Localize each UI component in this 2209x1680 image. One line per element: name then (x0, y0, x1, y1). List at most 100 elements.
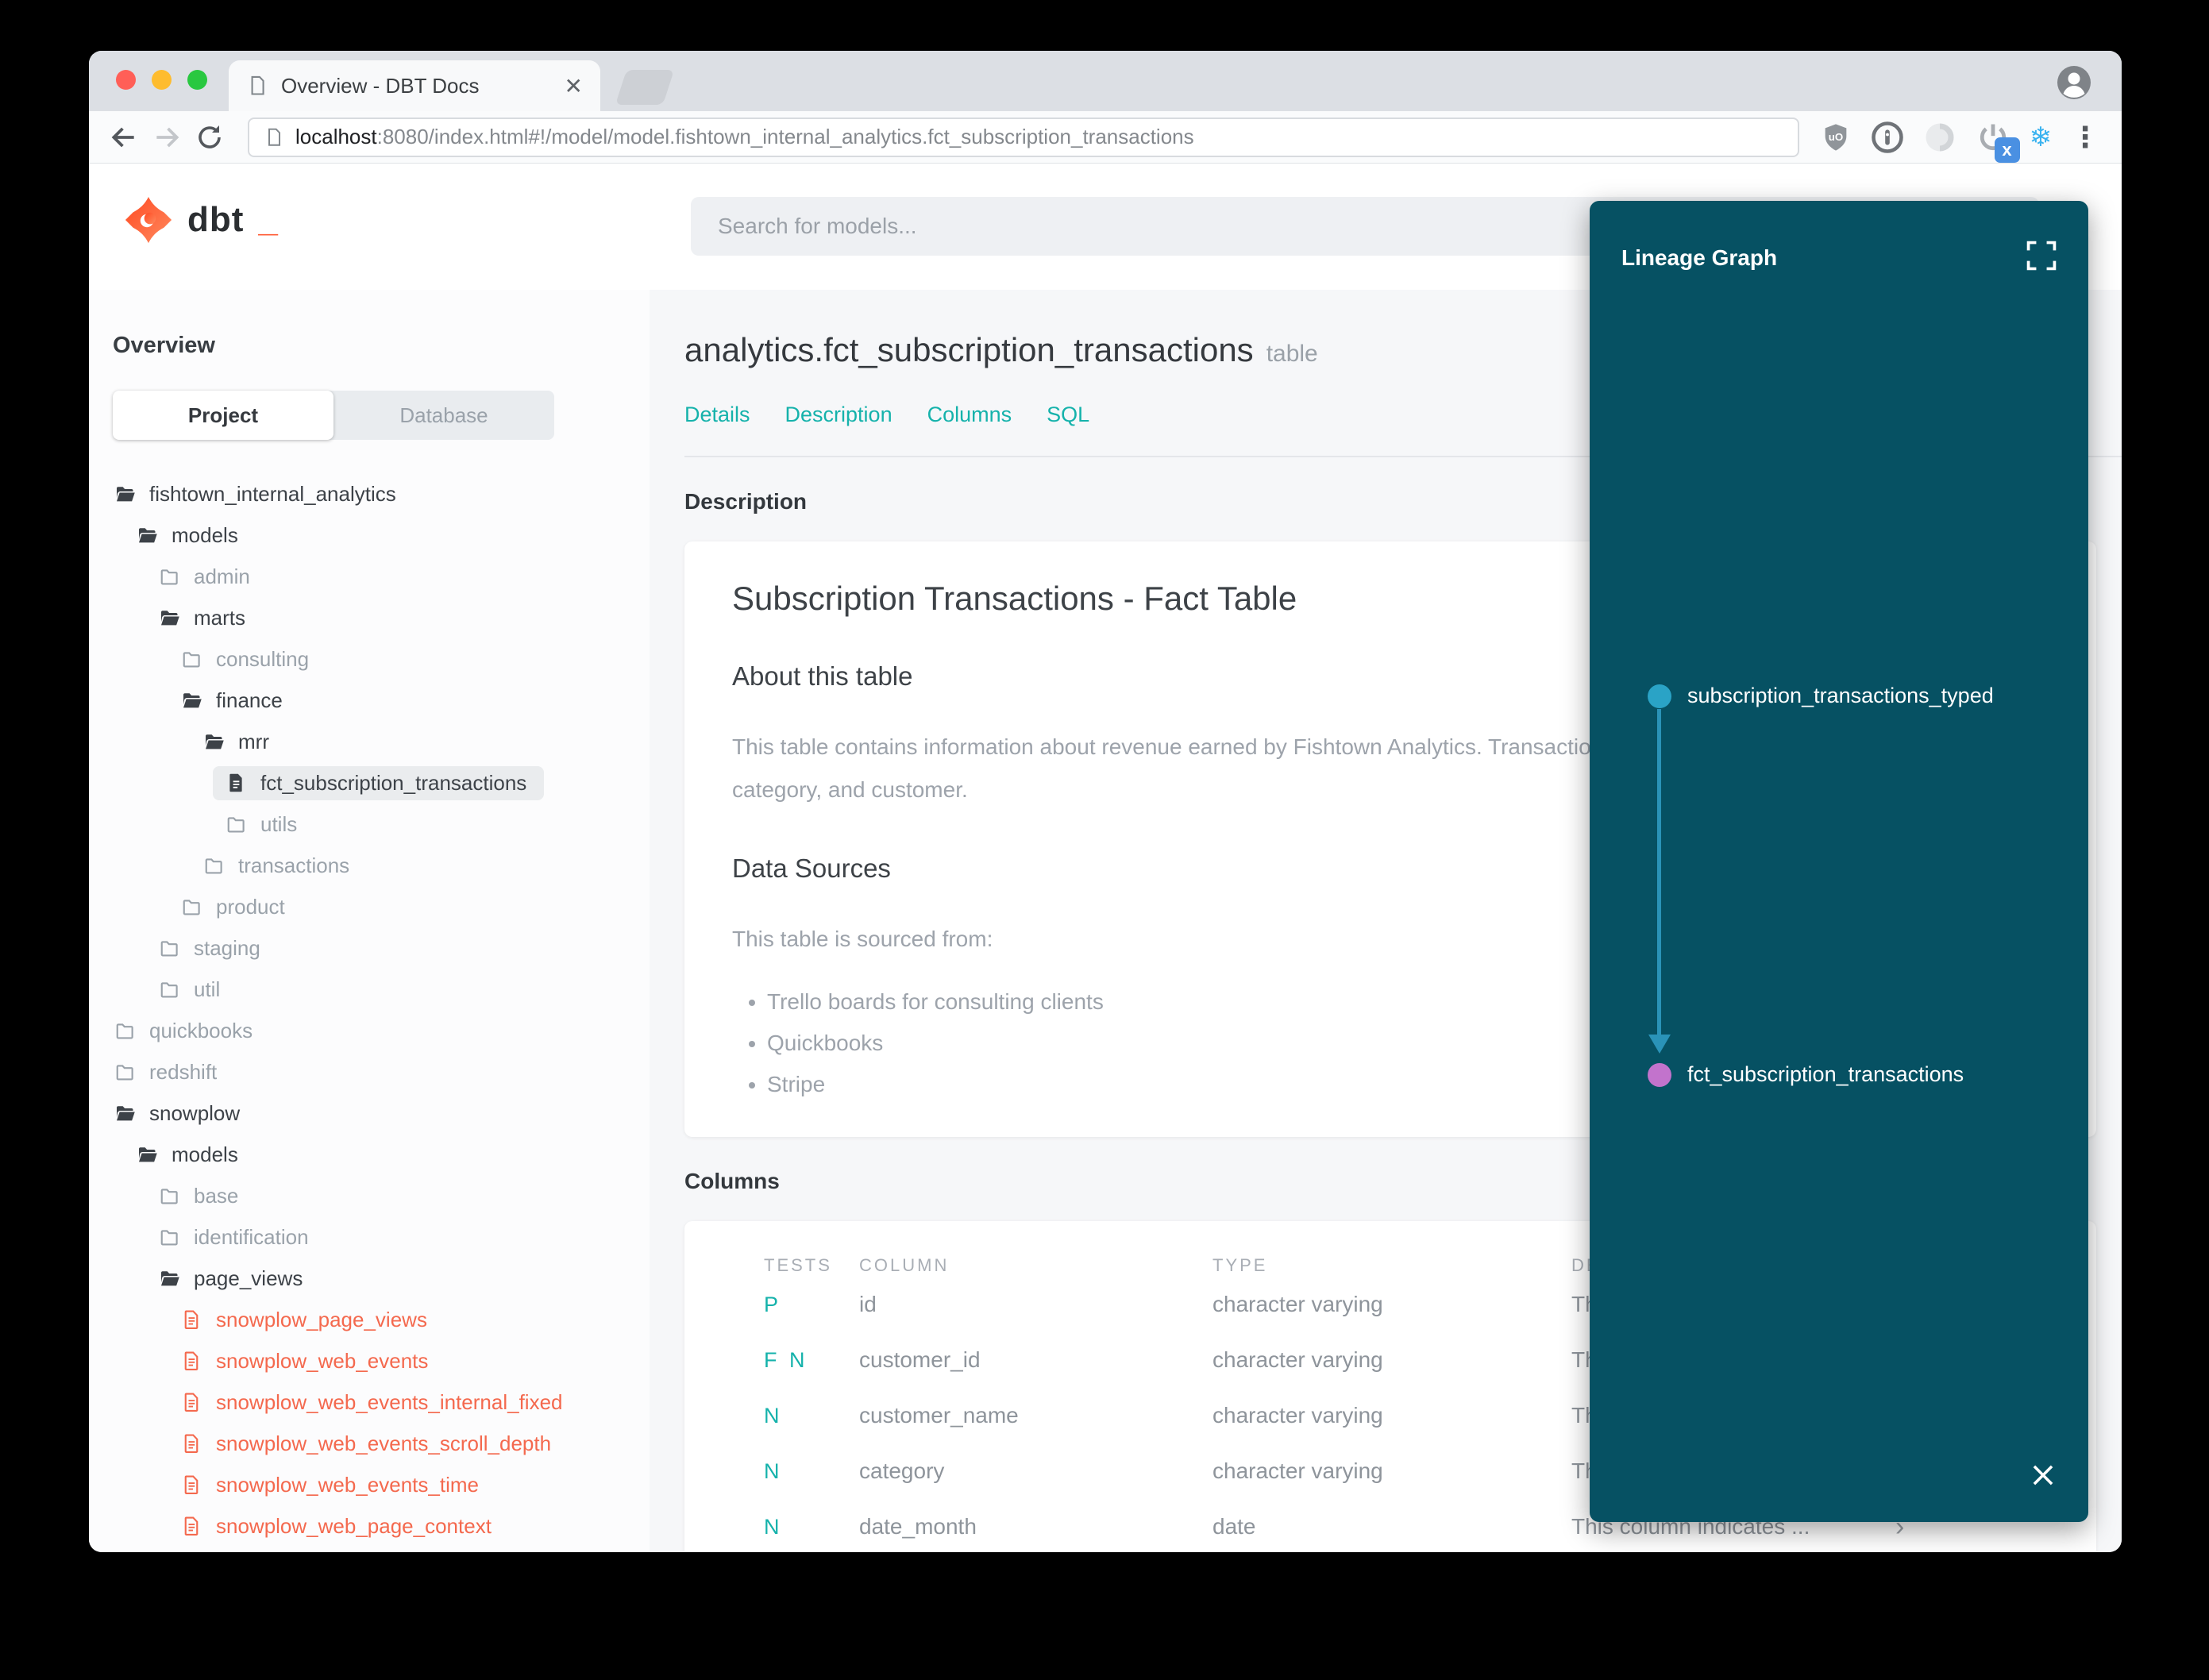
column-name-cell: customer_id (859, 1347, 981, 1372)
tree-item-product[interactable]: product (89, 886, 650, 927)
tree-item-models[interactable]: models (89, 514, 650, 556)
tree-item-pill: snowplow_web_events_internal_fixed (168, 1385, 580, 1420)
tree-item-snowplow_web_events_scroll_depth[interactable]: snowplow_web_events_scroll_depth (89, 1423, 650, 1464)
tree-item-label: snowplow_web_events_scroll_depth (216, 1431, 552, 1455)
model-nav-sql[interactable]: SQL (1047, 403, 1089, 427)
column-name-cell: id (859, 1292, 877, 1316)
column-name-cell: category (859, 1458, 945, 1483)
tab-close-icon[interactable]: ✕ (565, 73, 583, 99)
column-name-cell: date_month (859, 1514, 977, 1539)
tree-item-pill: transactions (191, 849, 367, 883)
dbt-logo-icon (125, 196, 172, 244)
new-tab-button[interactable] (615, 70, 675, 105)
browser-profile-avatar[interactable] (2057, 65, 2091, 100)
tree-item-label: consulting (216, 646, 310, 671)
tree-item-pill: snowplow_page_views (168, 1303, 445, 1337)
ublock-extension-icon[interactable]: uO (1820, 121, 1852, 153)
back-button[interactable] (106, 120, 141, 155)
forward-button[interactable] (149, 120, 184, 155)
tree-item-snowplow_web_page_context[interactable]: snowplow_web_page_context (89, 1505, 650, 1547)
lineage-node-dot (1648, 684, 1671, 708)
tree-item-models[interactable]: models (89, 1134, 650, 1175)
toggle-database[interactable]: Database (333, 391, 554, 440)
model-nav-details[interactable]: Details (684, 403, 750, 427)
tree-item-snowplow_page_views[interactable]: snowplow_page_views (89, 1299, 650, 1340)
tree-item-label: snowplow (149, 1100, 241, 1125)
tree-item-transactions[interactable]: transactions (89, 845, 650, 886)
model-nav-columns[interactable]: Columns (927, 403, 1012, 427)
tree-item-base[interactable]: base (89, 1175, 650, 1216)
url-bar[interactable]: localhost:8080/index.html#!/model/model.… (248, 117, 1799, 157)
folder-open-icon (157, 1266, 181, 1290)
swirl-extension-icon[interactable] (1923, 121, 1956, 154)
tree-item-pill: snowplow_web_events_scroll_depth (168, 1427, 569, 1461)
page-favicon-icon (246, 75, 268, 97)
tree-item-fishtown_internal_analytics[interactable]: fishtown_internal_analytics (89, 473, 650, 514)
tree-item-label: marts (194, 605, 245, 630)
lineage-node-fct-subscription-transactions[interactable]: fct_subscription_transactions (1648, 1062, 1964, 1087)
reload-button[interactable] (192, 120, 227, 155)
type-cell: character varying (1212, 1458, 1383, 1483)
tree-item-snowplow_web_events[interactable]: snowplow_web_events (89, 1340, 650, 1381)
lineage-node-subscription-transactions-typed[interactable]: subscription_transactions_typed (1648, 684, 1994, 708)
file-outline-icon (179, 1349, 203, 1373)
svg-text:uO: uO (1828, 131, 1843, 143)
tree-item-snowplow_web_events_internal_fixed[interactable]: snowplow_web_events_internal_fixed (89, 1381, 650, 1423)
dbt-logo[interactable]: dbt _ (124, 195, 278, 245)
url-host: localhost (295, 125, 377, 148)
lineage-node-label: subscription_transactions_typed (1687, 684, 1994, 707)
snowflake-extension-icon[interactable]: ❄ (2030, 124, 2053, 151)
close-window-button[interactable] (116, 70, 136, 90)
tree-item-staging[interactable]: staging (89, 927, 650, 969)
folder-open-icon (202, 730, 226, 753)
tree-item-identification[interactable]: identification (89, 1216, 650, 1258)
tree-item-label: fishtown_internal_analytics (149, 481, 396, 506)
tree-item-pill: product (168, 890, 303, 924)
browser-tab[interactable]: Overview - DBT Docs ✕ (229, 60, 600, 111)
minimize-window-button[interactable] (152, 70, 172, 90)
tree-item-label: snowplow_web_events (216, 1348, 429, 1373)
lineage-graph-panel: Lineage Graph subscription_transactions_… (1590, 201, 2088, 1522)
toggle-project[interactable]: Project (113, 391, 333, 440)
tree-item-page_views[interactable]: page_views (89, 1258, 650, 1299)
folder-icon (157, 564, 181, 588)
tree-item-label: transactions (238, 853, 350, 877)
tree-item-snowplow_web_events_time[interactable]: snowplow_web_events_time (89, 1464, 650, 1505)
browser-menu-icon[interactable]: ⋮ (2071, 122, 2099, 152)
window-controls (116, 70, 207, 90)
tree-item-util[interactable]: util (89, 969, 650, 1010)
url-path: :8080/index.html#!/model/model.fishtown_… (376, 125, 1194, 148)
folder-open-icon (157, 606, 181, 630)
tree-item-label: staging (194, 935, 260, 960)
folder-icon (179, 647, 203, 671)
extension-icons: uO x ❄ ⋮ (1820, 120, 2105, 163)
tree-item-snowplow[interactable]: snowplow (89, 1092, 650, 1134)
lineage-close-icon[interactable] (2028, 1460, 2058, 1490)
type-cell: date (1212, 1514, 1256, 1539)
tree-item-fct_subscription_transactions[interactable]: fct_subscription_transactions (89, 762, 650, 803)
folder-icon (113, 1019, 137, 1042)
tree-item-pill: identification (146, 1220, 326, 1254)
tree-item-quickbooks[interactable]: quickbooks (89, 1010, 650, 1051)
zoom-window-button[interactable] (187, 70, 207, 90)
sidebar: Overview Project Database fishtown_inter… (89, 290, 650, 1552)
column-name-cell: customer_name (859, 1403, 1019, 1428)
tree-item-admin[interactable]: admin (89, 556, 650, 597)
tree-item-pill: models (124, 518, 256, 553)
tree-item-pill: staging (146, 931, 278, 965)
tree-item-label: util (194, 977, 221, 1001)
power-extension-icon[interactable]: x (1976, 120, 2020, 163)
folder-open-icon (179, 688, 203, 712)
fullscreen-expand-icon[interactable] (2023, 237, 2060, 274)
sidebar-overview-link[interactable]: Overview (113, 333, 650, 359)
tree-item-finance[interactable]: finance (89, 680, 650, 721)
onepassword-extension-icon[interactable] (1871, 121, 1904, 154)
model-nav-description[interactable]: Description (785, 403, 892, 427)
file-outline-icon (179, 1390, 203, 1414)
tree-item-consulting[interactable]: consulting (89, 638, 650, 680)
tree-item-redshift[interactable]: redshift (89, 1051, 650, 1092)
tree-item-marts[interactable]: marts (89, 597, 650, 638)
folder-icon (157, 1184, 181, 1208)
tree-item-utils[interactable]: utils (89, 803, 650, 845)
tree-item-mrr[interactable]: mrr (89, 721, 650, 762)
